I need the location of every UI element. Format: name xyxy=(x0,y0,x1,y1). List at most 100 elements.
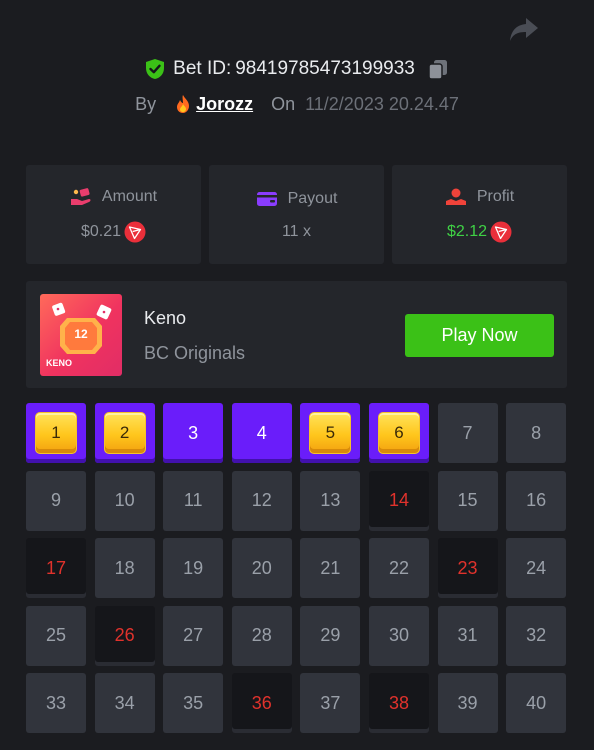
share-icon[interactable] xyxy=(508,14,540,44)
keno-cell-11[interactable]: 11 xyxy=(163,470,224,531)
bet-id-row: Bet ID: 98419785473199933 xyxy=(0,55,594,83)
keno-cell-number: 5 xyxy=(325,423,336,442)
keno-cell-number: 16 xyxy=(526,490,547,510)
keno-cell-number: 40 xyxy=(526,692,547,713)
keno-cell-38[interactable]: 38 xyxy=(368,673,429,733)
keno-cell-4[interactable]: 4 xyxy=(231,403,292,463)
keno-cell-15[interactable]: 15 xyxy=(437,470,498,531)
keno-cell-5[interactable]: 5 xyxy=(300,403,361,463)
keno-cell-30[interactable]: 30 xyxy=(368,605,429,666)
keno-cell-number: 15 xyxy=(457,490,478,510)
keno-cell-39[interactable]: 39 xyxy=(437,673,498,733)
game-title: Keno xyxy=(144,308,187,328)
keno-cell-10[interactable]: 10 xyxy=(94,470,155,531)
keno-cell-number: 9 xyxy=(50,490,61,510)
keno-cell-32[interactable]: 32 xyxy=(506,605,567,666)
keno-cell-8[interactable]: 8 xyxy=(506,403,567,463)
play-now-button[interactable]: Play Now xyxy=(405,314,554,357)
keno-cell-number: 38 xyxy=(388,692,409,713)
profit-value: $2.12 xyxy=(446,222,488,240)
keno-cell-12[interactable]: 12 xyxy=(231,470,292,531)
author-row: By Jorozz On 11/2/2023 20.24.47 xyxy=(0,90,594,118)
keno-cell-19[interactable]: 19 xyxy=(163,538,224,598)
keno-cell-18[interactable]: 18 xyxy=(94,538,155,598)
keno-cell-number: 31 xyxy=(457,625,478,645)
tron-coin-icon xyxy=(490,221,512,242)
keno-cell-17[interactable]: 17 xyxy=(26,538,86,598)
on-label: On xyxy=(271,93,296,114)
keno-cell-16[interactable]: 16 xyxy=(506,470,567,531)
keno-cell-25[interactable]: 25 xyxy=(26,605,86,666)
profit-stat: Profit $2.12 xyxy=(392,165,567,264)
username-link[interactable]: Jorozz xyxy=(174,94,253,115)
amount-stat: Amount $0.21 xyxy=(26,165,201,264)
keno-cell-number: 2 xyxy=(119,423,130,442)
keno-cell-number: 12 xyxy=(251,490,272,510)
keno-cell-24[interactable]: 24 xyxy=(506,538,567,598)
keno-cell-7[interactable]: 7 xyxy=(437,403,498,463)
keno-cell-31[interactable]: 31 xyxy=(437,605,498,666)
stats-panel: Amount $0.21 Payout 11 x Profit $2.12 xyxy=(26,165,567,264)
keno-cell-number: 24 xyxy=(526,557,547,578)
keno-cell-33[interactable]: 33 xyxy=(26,673,86,733)
keno-cell-14[interactable]: 14 xyxy=(368,470,429,531)
shield-check-icon xyxy=(146,59,165,79)
keno-cell-number: 19 xyxy=(183,557,204,578)
keno-cell-9[interactable]: 9 xyxy=(26,470,86,531)
keno-cell-27[interactable]: 27 xyxy=(163,605,224,666)
keno-cell-number: 29 xyxy=(320,625,341,645)
game-provider: BC Originals xyxy=(144,343,246,363)
amount-label: Amount xyxy=(101,187,158,205)
gem-icon: 5 xyxy=(309,412,352,454)
keno-cell-26[interactable]: 26 xyxy=(94,605,155,666)
bet-datetime: 11/2/2023 20.24.47 xyxy=(305,93,459,114)
money-hand-icon xyxy=(70,187,91,205)
keno-cell-13[interactable]: 13 xyxy=(300,470,361,531)
keno-cell-number: 37 xyxy=(320,692,341,713)
keno-cell-35[interactable]: 35 xyxy=(163,673,224,733)
keno-cell-number: 30 xyxy=(388,625,409,645)
keno-cell-1[interactable]: 1 xyxy=(26,403,86,463)
keno-cell-3[interactable]: 3 xyxy=(163,403,224,463)
keno-cell-40[interactable]: 40 xyxy=(506,673,567,733)
keno-cell-number: 11 xyxy=(183,490,203,510)
keno-cell-23[interactable]: 23 xyxy=(437,538,498,598)
username[interactable]: Jorozz xyxy=(196,94,253,115)
keno-cell-37[interactable]: 37 xyxy=(300,673,361,733)
by-label: By xyxy=(135,93,157,114)
keno-cell-28[interactable]: 28 xyxy=(231,605,292,666)
keno-thumbnail[interactable]: 12 KENO xyxy=(40,294,122,376)
wallet-icon xyxy=(256,191,277,206)
keno-cell-number: 35 xyxy=(183,692,204,713)
keno-cell-22[interactable]: 22 xyxy=(368,538,429,598)
keno-cell-36[interactable]: 36 xyxy=(231,673,292,733)
profit-user-icon xyxy=(445,188,466,205)
keno-cell-number: 21 xyxy=(320,557,341,578)
keno-cell-number: 27 xyxy=(183,625,204,645)
keno-cell-number: 4 xyxy=(256,422,267,443)
keno-cell-number: 34 xyxy=(114,692,135,713)
keno-cell-6[interactable]: 6 xyxy=(368,403,429,463)
keno-board: 1 2 3 4 5 6 7 8 9 10 11 12 13 14 15 16 17 18 19 20 21 22 23 24 2… xyxy=(26,403,567,733)
keno-cell-21[interactable]: 21 xyxy=(300,538,361,598)
keno-cell-number: 8 xyxy=(531,422,542,443)
keno-cell-2[interactable]: 2 xyxy=(94,403,155,463)
keno-cell-29[interactable]: 29 xyxy=(300,605,361,666)
gem-icon: 1 xyxy=(35,412,77,454)
fire-icon xyxy=(177,95,190,113)
keno-cell-number: 17 xyxy=(45,557,67,578)
keno-cell-number: 3 xyxy=(188,422,199,443)
profit-label: Profit xyxy=(476,187,515,205)
keno-cell-number: 23 xyxy=(457,557,478,578)
keno-cell-number: 25 xyxy=(45,625,67,645)
copy-icon[interactable] xyxy=(427,58,449,80)
payout-value: 11 x xyxy=(281,222,312,240)
keno-cell-34[interactable]: 34 xyxy=(94,673,155,733)
amount-value: $0.21 xyxy=(80,222,122,240)
game-card: 12 KENO Keno BC Originals Play Now xyxy=(26,281,567,388)
keno-cell-number: 7 xyxy=(462,422,473,443)
keno-cell-20[interactable]: 20 xyxy=(231,538,292,598)
keno-thumb-label: KENO xyxy=(46,358,73,368)
keno-cell-number: 36 xyxy=(251,692,272,713)
keno-cell-number: 18 xyxy=(114,557,135,578)
